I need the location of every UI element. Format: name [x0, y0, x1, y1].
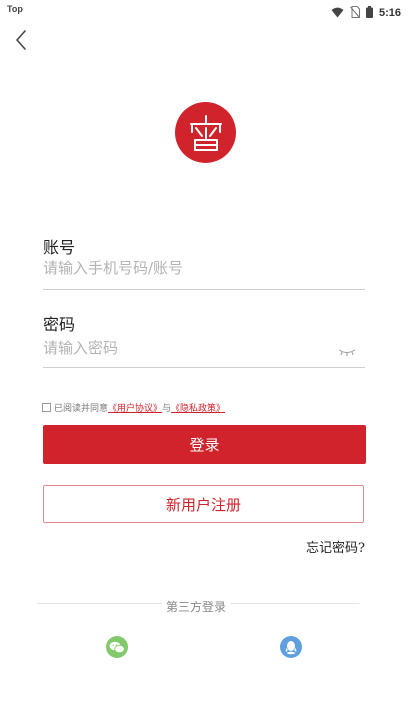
- account-underline: [43, 289, 365, 290]
- third-party-label: 第三方登录: [162, 598, 231, 615]
- wechat-icon: [109, 641, 125, 653]
- password-label: 密码: [43, 315, 76, 334]
- qq-icon: [285, 640, 297, 654]
- back-button[interactable]: [10, 28, 34, 54]
- eye-closed-icon: [338, 349, 356, 356]
- app-logo: [175, 102, 236, 163]
- account-input[interactable]: [43, 259, 333, 277]
- agreement-prefix: 已阅读并同意: [54, 404, 109, 414]
- status-left-label: Top: [7, 4, 23, 14]
- chevron-left-icon: [16, 30, 26, 50]
- wechat-login-button[interactable]: [106, 636, 128, 658]
- no-sim-icon: [350, 3, 360, 22]
- wifi-icon: [331, 3, 344, 22]
- user-agreement-link[interactable]: 《用户协议》: [108, 401, 162, 414]
- privacy-policy-link[interactable]: 《隐私政策》: [171, 401, 225, 414]
- status-bar: Top 5:16: [0, 0, 409, 20]
- agreement-checkbox[interactable]: [42, 403, 51, 412]
- seal-logo-icon: [189, 114, 222, 151]
- register-button[interactable]: 新用户注册: [43, 485, 364, 523]
- battery-icon: [365, 3, 373, 22]
- agreement-row: 已阅读并同意 《用户协议》 与 《隐私政策》: [42, 401, 225, 414]
- login-button[interactable]: 登录: [43, 425, 366, 464]
- status-time: 5:16: [378, 6, 401, 19]
- password-visibility-toggle[interactable]: [338, 342, 356, 356]
- password-input[interactable]: [43, 339, 333, 357]
- agreement-and: 与: [162, 404, 172, 414]
- password-underline: [43, 367, 365, 368]
- forgot-password-link[interactable]: 忘记密码?: [306, 537, 365, 556]
- account-label: 账号: [43, 238, 76, 257]
- qq-login-button[interactable]: [280, 636, 302, 658]
- status-icons: 5:16: [331, 3, 401, 22]
